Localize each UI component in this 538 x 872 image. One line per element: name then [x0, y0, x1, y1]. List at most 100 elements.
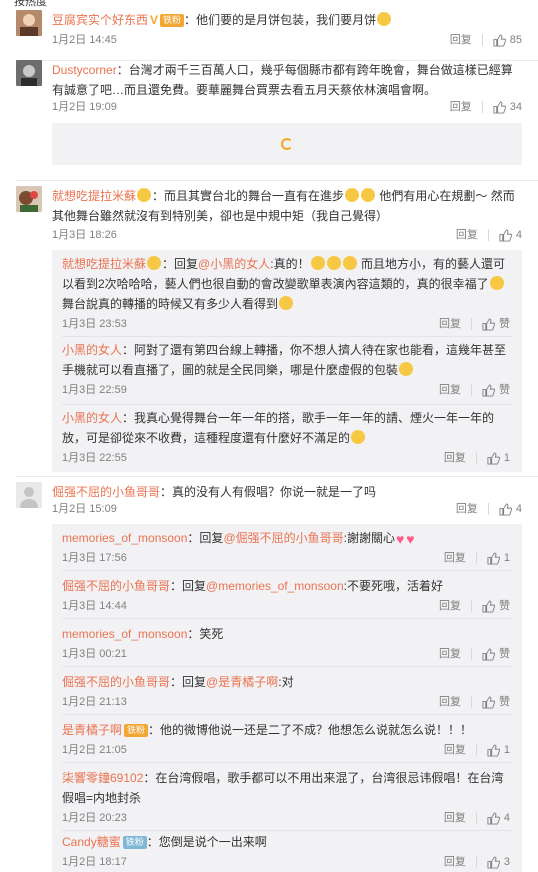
comment-username[interactable]: 就想吃提拉米蘇 — [52, 189, 136, 203]
reply-meta: 1月2日 20:23 回复 4 — [62, 808, 510, 828]
like-button[interactable]: 34 — [493, 97, 522, 117]
reply-button[interactable]: 回复 — [456, 499, 478, 519]
reply-username[interactable]: 小黑的女人 — [62, 343, 122, 357]
reply-button[interactable]: 回复 — [450, 30, 472, 50]
avatar[interactable] — [16, 60, 42, 86]
avatar[interactable] — [16, 482, 42, 508]
mention-link[interactable]: @是青橘子啊 — [206, 675, 278, 689]
reply-item: 小黑的女人：我真心覺得舞台一年一年的搭，歌手一年一年的請、煙火一年一年的放，可是… — [52, 408, 522, 468]
reply-username[interactable]: 小黑的女人 — [62, 411, 122, 425]
thumb-up-icon — [487, 451, 500, 465]
thumb-up-icon — [482, 695, 495, 709]
reply-time: 1月2日 18:17 — [62, 856, 127, 868]
comment-meta: 1月2日 15:09 回复 4 — [52, 499, 522, 519]
reply-list: memories_of_monsoon：回复@倔强不屈的小鱼哥哥:謝謝關心♥ ♥ … — [52, 524, 522, 872]
reply-button[interactable]: 回复 — [450, 97, 472, 117]
fan-badge: 铁粉 — [122, 836, 147, 849]
reply-button[interactable]: 回复 — [444, 548, 466, 568]
like-count: 3 — [503, 856, 510, 868]
reply-item: memories_of_monsoon：回复@倔强不屈的小鱼哥哥:謝謝關心♥ ♥ … — [52, 528, 522, 568]
reply-button[interactable]: 回复 — [439, 644, 461, 664]
reply-item: memories_of_monsoon：笑死 1月3日 00:21 回复 赞 — [52, 624, 522, 664]
reply-button[interactable]: 回复 — [444, 448, 466, 468]
like-button[interactable]: 赞 — [482, 314, 510, 334]
thumb-up-icon — [493, 33, 506, 47]
reply-username[interactable]: memories_of_monsoon — [62, 531, 187, 545]
loading-spinner-icon — [281, 138, 293, 150]
sort-label[interactable]: 按热度 — [14, 0, 47, 9]
like-button[interactable]: 赞 — [482, 596, 510, 616]
loading-panel — [52, 123, 522, 165]
laugh-emoji-icon — [361, 188, 376, 202]
like-button[interactable]: 1 — [487, 448, 510, 468]
divider — [471, 318, 472, 330]
like-button[interactable]: 1 — [487, 740, 510, 760]
heart-icon: ♥ — [406, 531, 415, 547]
thumb-up-icon — [482, 647, 495, 661]
comment-text: 豆腐宾实个好东西 V 铁粉 ：他们要的是月饼包装，我们要月饼 — [52, 10, 522, 30]
reply-username[interactable]: 倔强不屈的小鱼哥哥 — [62, 579, 170, 593]
comment-username[interactable]: Dustycorner — [52, 63, 117, 77]
divider — [475, 856, 477, 868]
reply-button[interactable]: 回复 — [439, 314, 461, 334]
like-button[interactable]: 4 — [487, 808, 510, 828]
laugh-emoji-icon — [399, 362, 414, 376]
mention-link[interactable]: @小黑的女人 — [198, 257, 270, 271]
like-button[interactable]: 1 — [487, 548, 510, 568]
reply-button[interactable]: 回复 — [444, 852, 466, 872]
mention-link[interactable]: @memories_of_monsoon — [206, 579, 344, 593]
comment-username[interactable]: 倔强不屈的小鱼哥哥 — [52, 485, 160, 499]
reply-username[interactable]: 柒響零鐘69102 — [62, 771, 143, 785]
reply-list: 就想吃提拉米蘇 ：回复@小黑的女人:真的！ 而且地方小，有的藝人還可以看到2次哈哈… — [52, 250, 522, 472]
reply-button[interactable]: 回复 — [444, 808, 466, 828]
reply-time: 1月2日 21:13 — [62, 696, 127, 708]
divider — [16, 476, 538, 477]
like-button[interactable]: 4 — [499, 499, 522, 519]
reply-button[interactable]: 回复 — [456, 225, 478, 245]
divider — [475, 744, 477, 756]
reply-username[interactable]: memories_of_monsoon — [62, 627, 187, 641]
comment-body: 而且其實台北的舞台一直有在進步 — [164, 189, 345, 203]
like-button[interactable]: 赞 — [482, 380, 510, 400]
reply-username[interactable]: Candy糖蜜 — [62, 835, 121, 849]
reply-body-cont2: 舞台說真的轉播的時候又有多少人看得到 — [62, 297, 279, 311]
like-button[interactable]: 赞 — [482, 644, 510, 664]
reply-text: 就想吃提拉米蘇 ：回复@小黑的女人:真的！ 而且地方小，有的藝人還可以看到2次哈哈… — [62, 256, 505, 311]
thumb-up-icon — [487, 551, 500, 565]
reply-button[interactable]: 回复 — [439, 380, 461, 400]
reply-button[interactable]: 回复 — [439, 596, 461, 616]
reply-button[interactable]: 回复 — [439, 692, 461, 712]
crown-emoji-icon — [147, 256, 162, 270]
divider — [487, 503, 489, 515]
laugh-emoji-icon — [342, 256, 357, 270]
comment-time: 1月3日 18:26 — [52, 229, 117, 241]
like-button[interactable]: 赞 — [482, 692, 510, 712]
like-count: 赞 — [499, 696, 510, 708]
comment-username[interactable]: 豆腐宾实个好东西 — [52, 13, 148, 27]
comment-body: 台灣才兩千三百萬人口，幾乎每個縣市都有跨年晚會，舞台做這樣已經算有誠意了吧…而且… — [52, 63, 513, 97]
avatar[interactable] — [16, 10, 42, 36]
reply-meta: 1月2日 21:05 回复 1 — [62, 740, 510, 760]
like-button[interactable]: 3 — [487, 852, 510, 872]
like-button[interactable]: 4 — [499, 225, 522, 245]
reply-body: 笑死 — [199, 627, 224, 641]
like-count: 赞 — [499, 384, 510, 396]
reply-username[interactable]: 倔强不屈的小鱼哥哥 — [62, 675, 170, 689]
reply-item: 倔强不屈的小鱼哥哥：回复@memories_of_monsoon:不要死哦，活着… — [52, 576, 522, 616]
reply-body: :不要死哦，活着好 — [343, 579, 443, 593]
reply-username[interactable]: 就想吃提拉米蘇 — [62, 257, 146, 271]
emoji-icon — [377, 12, 392, 26]
mention-link[interactable]: @倔强不屈的小鱼哥哥 — [223, 531, 343, 545]
reply-button[interactable]: 回复 — [444, 740, 466, 760]
avatar[interactable] — [16, 186, 42, 212]
reply-meta: 1月3日 17:56 回复 1 — [62, 548, 510, 568]
reply-meta: 1月2日 21:13 回复 赞 — [62, 692, 510, 712]
like-button[interactable]: 85 — [493, 30, 522, 50]
reply-username[interactable]: 是青橘子啊 — [62, 723, 122, 737]
reply-time: 1月3日 17:56 — [62, 552, 127, 564]
thumb-up-icon — [487, 811, 500, 825]
reply-text: 倔强不屈的小鱼哥哥：回复@是青橘子啊:对 — [62, 675, 294, 689]
reply-body: :謝謝關心 — [343, 531, 395, 545]
reply-text: Candy糖蜜 铁粉 ：您倒是说个一出来啊 — [62, 835, 267, 849]
like-count: 34 — [509, 101, 522, 113]
